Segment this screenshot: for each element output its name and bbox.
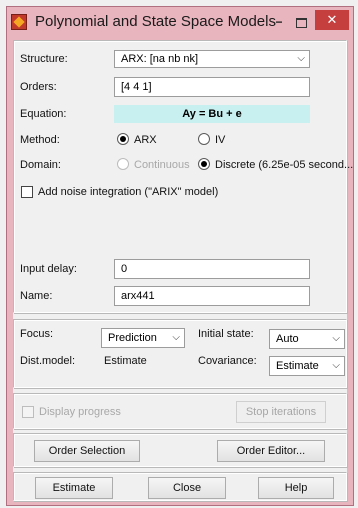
action-buttons-panel: Estimate Close Help <box>13 472 347 501</box>
name-input[interactable]: arx441 <box>114 286 310 306</box>
progress-panel: Display progress Stop iterations <box>13 393 347 429</box>
structure-label: Structure: <box>20 53 68 65</box>
domain-discrete-label: Discrete (6.25e-05 second... <box>215 159 354 171</box>
app-window: Polynomial and State Space Models − ✕ St… <box>6 6 354 506</box>
focus-value: Prediction <box>108 332 157 344</box>
input-delay-input[interactable]: 0 <box>114 259 310 279</box>
domain-discrete-radio[interactable] <box>198 158 210 170</box>
dropdown-arrow-icon: ⌵ <box>172 332 180 343</box>
covariance-label: Covariance: <box>198 355 257 367</box>
estimate-button[interactable]: Estimate <box>35 477 113 499</box>
order-editor-button[interactable]: Order Editor... <box>217 440 325 462</box>
input-delay-label: Input delay: <box>20 263 77 275</box>
display-progress-label: Display progress <box>39 406 121 418</box>
estimation-options-panel: Focus: Prediction ⌵ Initial state: Auto … <box>13 319 347 388</box>
minimize-button[interactable]: − <box>271 13 287 31</box>
focus-dropdown[interactable]: Prediction ⌵ <box>101 328 185 348</box>
structure-value: ARX: [na nb nk] <box>121 53 199 65</box>
window-title: Polynomial and State Space Models <box>35 13 276 30</box>
domain-continuous-radio[interactable] <box>117 158 129 170</box>
method-iv-radio[interactable] <box>198 133 210 145</box>
dropdown-arrow-icon: ⌵ <box>332 333 340 344</box>
maximize-icon <box>295 17 307 28</box>
close-window-button[interactable]: ✕ <box>315 10 349 30</box>
initial-state-dropdown[interactable]: Auto ⌵ <box>269 329 345 349</box>
initial-state-value: Auto <box>276 333 299 345</box>
order-selection-button[interactable]: Order Selection <box>34 440 140 462</box>
dialog-client: Structure: ARX: [na nb nk] ⌵ Orders: [4 … <box>13 40 353 501</box>
method-arx-label: ARX <box>134 134 157 146</box>
domain-label: Domain: <box>20 159 61 171</box>
structure-dropdown[interactable]: ARX: [na nb nk] ⌵ <box>114 50 310 68</box>
stop-iterations-button[interactable]: Stop iterations <box>236 401 326 423</box>
equation-display: Ay = Bu + e <box>114 105 310 123</box>
dist-model-label: Dist.model: <box>20 355 76 367</box>
focus-label: Focus: <box>20 328 54 340</box>
matlab-app-icon <box>11 14 27 30</box>
order-buttons-panel: Order Selection Order Editor... <box>13 433 347 467</box>
close-button[interactable]: Close <box>148 477 226 499</box>
dist-model-value: Estimate <box>104 355 147 367</box>
noise-integration-checkbox[interactable] <box>21 186 33 198</box>
orders-input[interactable]: [4 4 1] <box>114 77 310 97</box>
maximize-button[interactable] <box>293 13 309 31</box>
title-bar[interactable]: Polynomial and State Space Models − ✕ <box>7 7 353 37</box>
name-label: Name: <box>20 290 53 302</box>
model-structure-panel: Structure: ARX: [na nb nk] ⌵ Orders: [4 … <box>13 40 353 313</box>
noise-integration-label: Add noise integration ("ARIX" model) <box>38 186 219 198</box>
orders-label: Orders: <box>20 81 57 93</box>
help-button[interactable]: Help <box>258 477 334 499</box>
method-arx-radio[interactable] <box>117 133 129 145</box>
display-progress-checkbox[interactable] <box>22 406 34 418</box>
dropdown-arrow-icon: ⌵ <box>297 53 305 64</box>
equation-label: Equation: <box>20 108 67 120</box>
method-iv-label: IV <box>215 134 226 146</box>
dropdown-arrow-icon: ⌵ <box>332 360 340 371</box>
covariance-dropdown[interactable]: Estimate ⌵ <box>269 356 345 376</box>
method-label: Method: <box>20 134 60 146</box>
initial-state-label: Initial state: <box>198 328 254 340</box>
covariance-value: Estimate <box>276 360 319 372</box>
domain-continuous-label: Continuous <box>134 159 190 171</box>
